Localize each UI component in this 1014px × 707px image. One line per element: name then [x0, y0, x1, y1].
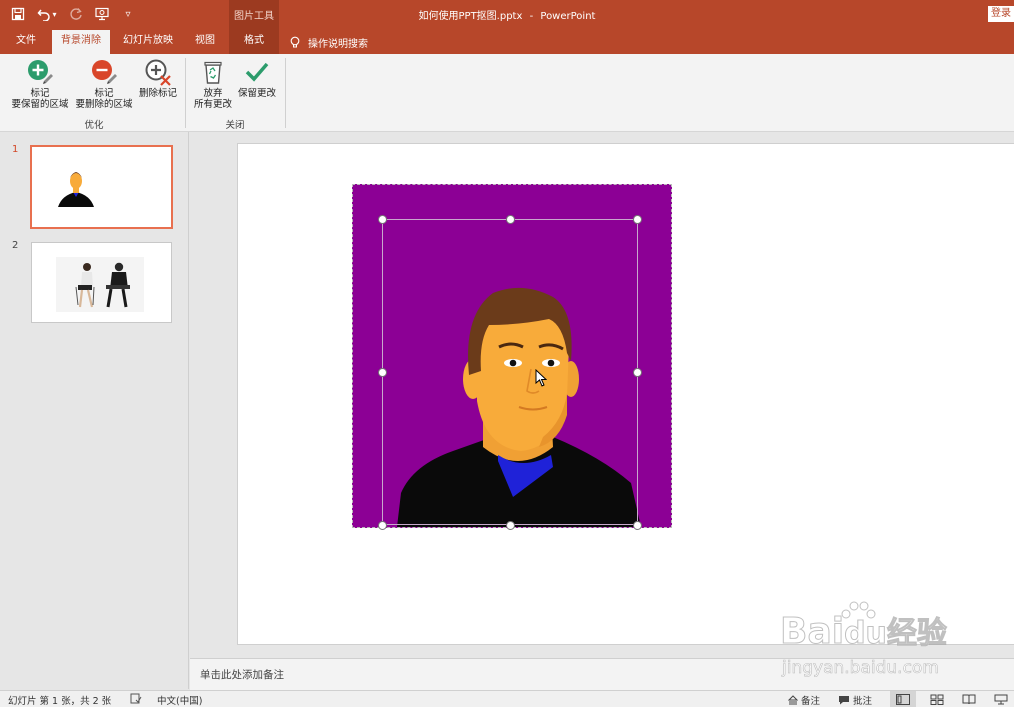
slideshow-icon: [994, 694, 1008, 705]
recycle-bin-icon: [204, 61, 222, 84]
notes-toggle[interactable]: 备注: [788, 693, 820, 707]
quick-access-toolbar: ▾ ▿: [8, 5, 138, 23]
ribbon-tabs: 文件 背景消除 幻灯片放映 视图 格式 操作说明搜索: [0, 30, 1014, 54]
group-divider: [285, 58, 286, 128]
slide-sorter-view-button[interactable]: [924, 691, 950, 707]
title-bar: ▾ ▿ 图片工具 如何使用PPT抠图.pptx - PowerPoint 登录: [0, 0, 1014, 30]
slide-number-2: 2: [12, 240, 19, 251]
redo-icon[interactable]: [66, 5, 86, 23]
comments-toggle[interactable]: 批注: [838, 693, 872, 707]
slide-thumbnail-1[interactable]: [30, 145, 173, 229]
tab-file[interactable]: 文件: [4, 30, 48, 54]
close-group-label: 关闭: [225, 120, 245, 131]
mark-remove-button[interactable]: 标记 要删除的区域: [72, 58, 136, 110]
mark-keep-button[interactable]: 标记 要保留的区域: [8, 58, 72, 110]
status-bar: 幻灯片 第 1 张，共 2 张 中文(中国) 备注 批注: [0, 690, 1014, 707]
resize-handle-top-left[interactable]: [378, 215, 387, 224]
resize-handle-right[interactable]: [633, 368, 642, 377]
thumbnail-two-people-image: [56, 257, 144, 312]
undo-icon[interactable]: ▾: [34, 5, 60, 23]
normal-view-button[interactable]: [890, 691, 916, 707]
thumbnail-man-image: [58, 172, 94, 207]
resize-handle-bottom-right[interactable]: [633, 521, 642, 530]
resize-handle-left[interactable]: [378, 368, 387, 377]
slide-info: 幻灯片 第 1 张，共 2 张: [8, 696, 112, 707]
resize-handle-bottom-left[interactable]: [378, 521, 387, 530]
reading-view-icon: [962, 694, 976, 705]
reading-view-button[interactable]: [956, 691, 982, 707]
discard-label-2: 所有更改: [193, 99, 232, 110]
tell-me-search[interactable]: 操作说明搜索: [290, 30, 368, 54]
comment-icon: [839, 696, 849, 705]
slide-thumbnail-2[interactable]: [31, 242, 172, 323]
delete-mark-button[interactable]: 删除标记: [136, 58, 180, 99]
notes-toggle-label: 备注: [801, 696, 821, 707]
tab-format[interactable]: 格式: [229, 30, 279, 54]
start-from-beginning-icon[interactable]: [92, 5, 112, 23]
keep-changes-label: 保留更改: [237, 88, 276, 99]
discard-label-1: 放弃: [203, 88, 223, 99]
group-divider: [185, 58, 186, 128]
checkmark-icon: [245, 62, 269, 82]
resize-handle-top-right[interactable]: [633, 215, 642, 224]
delete-mark-label: 删除标记: [138, 88, 177, 99]
tell-me-label: 操作说明搜索: [308, 38, 368, 50]
window-title: 如何使用PPT抠图.pptx - PowerPoint: [0, 7, 1014, 22]
discard-changes-button[interactable]: 放弃 所有更改: [190, 58, 236, 110]
app-name: PowerPoint: [540, 11, 596, 22]
refine-group-label: 优化: [84, 120, 104, 131]
chevron-down-icon[interactable]: ▾: [52, 10, 56, 19]
mark-remove-label-1: 标记: [94, 88, 114, 99]
mark-keep-label-1: 标记: [30, 88, 50, 99]
spellcheck-icon[interactable]: [130, 693, 142, 704]
file-name: 如何使用PPT抠图.pptx: [418, 11, 523, 22]
slide-thumbnails-pane: 1 2: [0, 132, 189, 689]
mark-remove-label-2: 要删除的区域: [75, 99, 133, 110]
tab-background-removal[interactable]: 背景消除: [52, 30, 110, 54]
slide-sorter-icon: [930, 694, 944, 705]
resize-handle-bottom[interactable]: [506, 521, 515, 530]
keep-area-marquee[interactable]: [382, 219, 638, 525]
ribbon-panel: 标记 要保留的区域 标记 要删除的区域 删除标记 优化 放弃 所有更改 保留更改…: [0, 54, 1014, 132]
mark-remove-icon: [92, 60, 117, 84]
comments-toggle-label: 批注: [853, 696, 873, 707]
normal-view-icon: [896, 694, 910, 705]
tab-view[interactable]: 视图: [186, 30, 224, 54]
notes-icon: [788, 695, 798, 705]
tab-slideshow[interactable]: 幻灯片放映: [116, 30, 180, 54]
title-separator: -: [529, 11, 534, 22]
delete-mark-icon: [145, 59, 171, 86]
language-indicator[interactable]: 中文(中国): [157, 693, 202, 707]
mark-keep-icon: [28, 60, 53, 84]
notes-placeholder: 单击此处添加备注: [200, 669, 284, 681]
picture-tools-label: 图片工具: [229, 0, 279, 30]
customize-toolbar-icon[interactable]: ▿: [118, 5, 138, 23]
login-button[interactable]: 登录: [988, 6, 1014, 22]
slideshow-view-button[interactable]: [988, 691, 1014, 707]
notes-pane[interactable]: 单击此处添加备注: [190, 658, 1014, 690]
mouse-cursor-icon: [535, 369, 547, 387]
resize-handle-top[interactable]: [506, 215, 515, 224]
slide-number-1: 1: [12, 144, 19, 155]
lightbulb-icon: [290, 36, 300, 47]
mark-keep-label-2: 要保留的区域: [11, 99, 69, 110]
keep-changes-button[interactable]: 保留更改: [236, 58, 278, 99]
save-icon[interactable]: [8, 5, 28, 23]
